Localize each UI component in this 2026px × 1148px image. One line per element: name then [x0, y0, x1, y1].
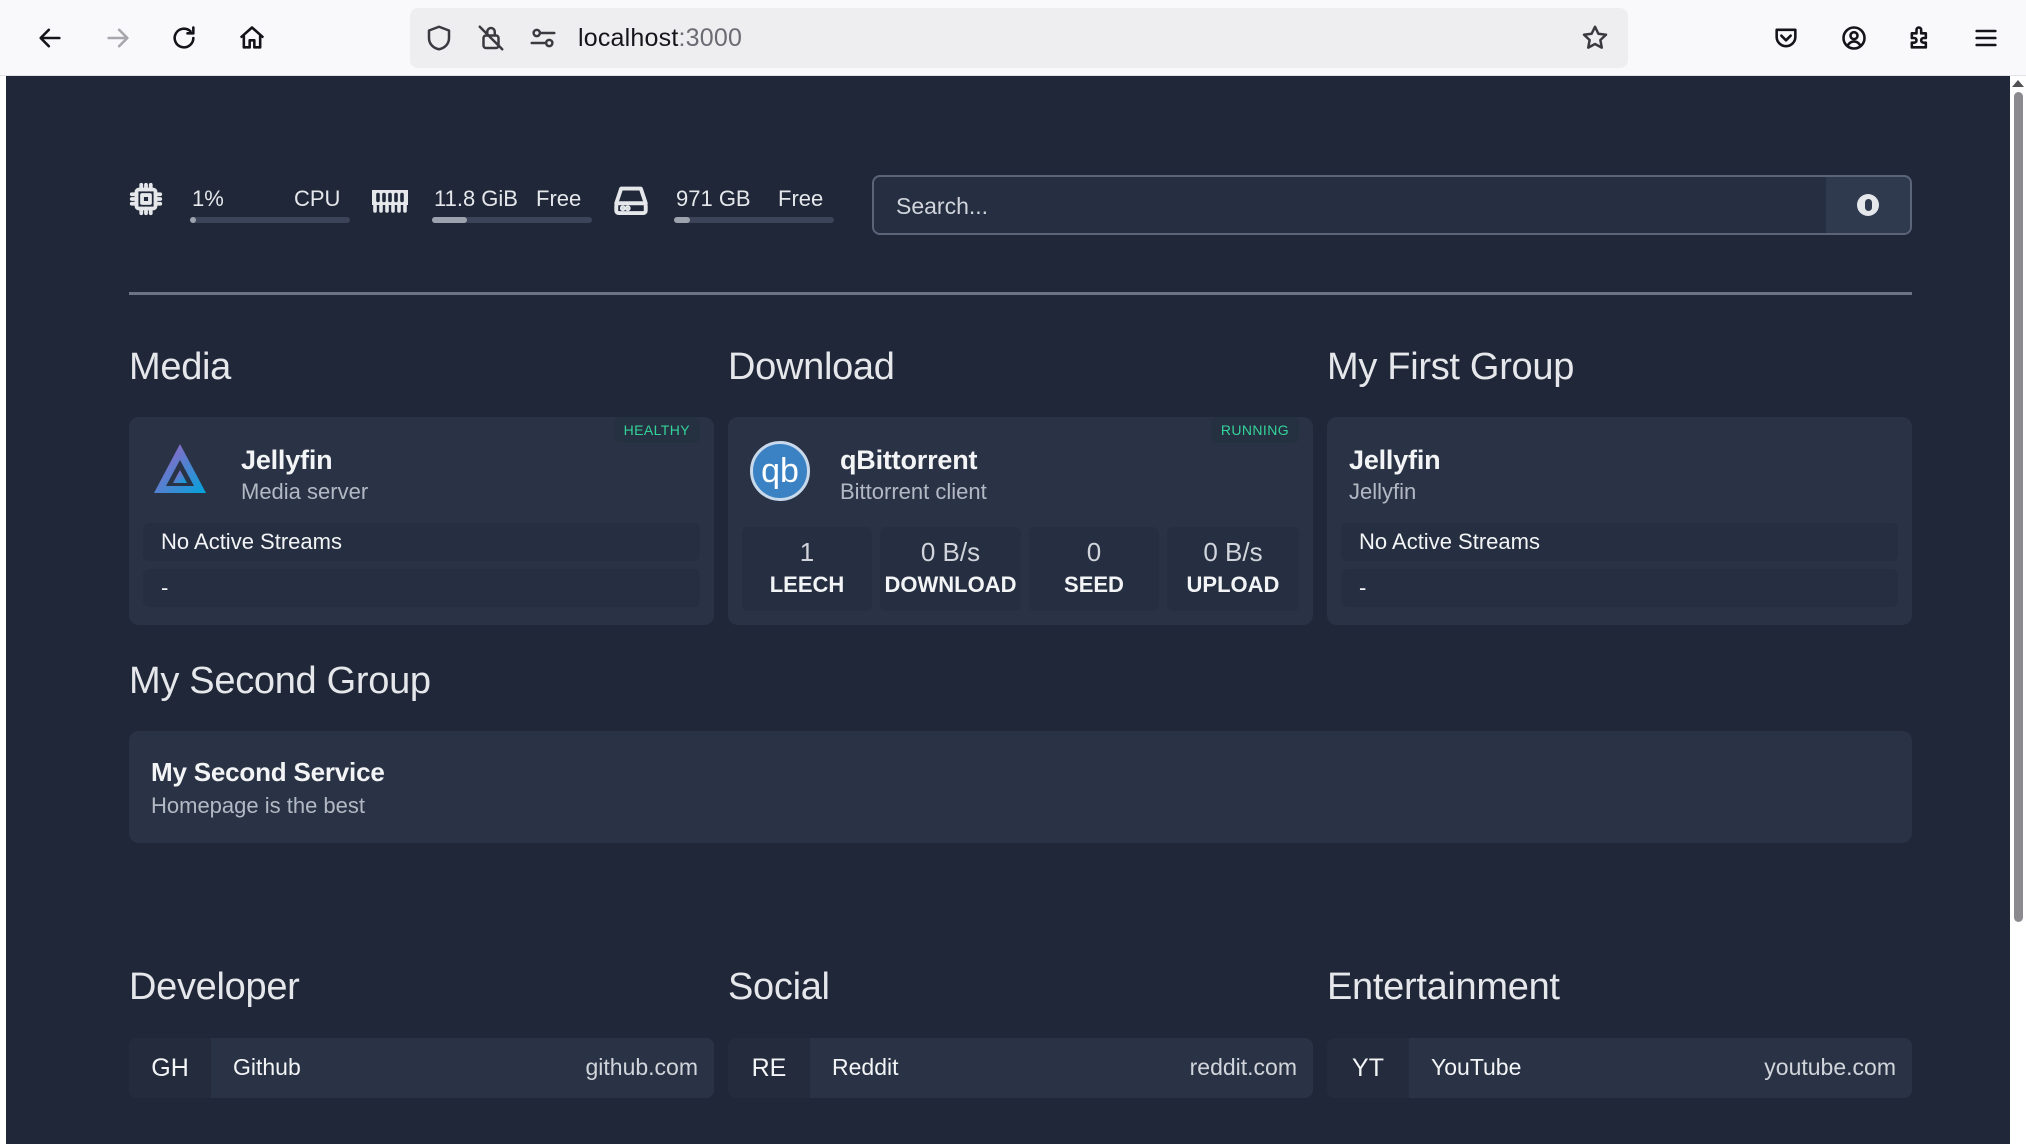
no-tracking-icon[interactable]	[476, 23, 506, 53]
bookmark-reddit[interactable]: RE Reddit reddit.com	[728, 1038, 1313, 1098]
back-button[interactable]	[26, 14, 74, 62]
group-title-second: My Second Group	[129, 660, 431, 702]
service-description: Media server	[241, 479, 369, 504]
forward-arrow-icon	[107, 28, 129, 48]
bookmark-youtube[interactable]: YT YouTube youtube.com	[1327, 1038, 1912, 1098]
url-text: localhost:3000	[578, 24, 743, 52]
cpu-icon	[127, 180, 165, 223]
service-card-my-second-service[interactable]: My Second Service Homepage is the best	[129, 731, 1912, 843]
bookmark-name: Reddit	[832, 1054, 899, 1080]
status-badge: HEALTHY	[613, 417, 700, 443]
service-description: Homepage is the best	[151, 793, 366, 818]
service-name: My Second Service	[151, 757, 385, 787]
service-description: Bittorrent client	[840, 479, 987, 504]
shield-icon[interactable]	[424, 23, 454, 53]
memory-icon	[369, 182, 411, 221]
bookmark-name: Github	[233, 1054, 301, 1080]
bookmark-group-social: Social	[728, 966, 830, 1008]
menu-icon	[1975, 29, 1997, 47]
streams-status: No Active Streams	[143, 523, 700, 561]
group-title-media: Media	[129, 346, 231, 388]
back-arrow-icon	[39, 28, 61, 48]
stream-detail: -	[143, 569, 700, 607]
home-icon	[240, 26, 264, 49]
disk-label: Free	[778, 186, 824, 211]
extensions-button[interactable]	[1896, 14, 1944, 62]
service-name: Jellyfin	[1349, 445, 1441, 475]
homepage-dashboard: 1% CPU 11.8 GiB Free 971 GB Free Search.…	[6, 76, 2010, 1148]
search-placeholder: Search...	[896, 193, 989, 219]
pocket-button[interactable]	[1762, 14, 1810, 62]
window-bottom-edge	[0, 1144, 2026, 1148]
disk-free-value: 971 GB	[676, 186, 751, 211]
bookmark-abbr: GH	[129, 1038, 211, 1098]
service-name: Jellyfin	[241, 445, 333, 475]
search-engine-icon	[1857, 194, 1879, 216]
browser-toolbar: localhost:3000	[0, 0, 2026, 76]
scroll-up-arrow-icon[interactable]	[2012, 80, 2024, 87]
service-card-jellyfin-first-group[interactable]: Jellyfin Jellyfin No Active Streams -	[1327, 417, 1912, 625]
stat-upload: 0 B/s UPLOAD	[1167, 527, 1299, 611]
jellyfin-logo-icon	[154, 444, 206, 493]
forward-button[interactable]	[94, 14, 142, 62]
service-description: Jellyfin	[1349, 479, 1417, 504]
star-icon[interactable]	[1580, 23, 1610, 53]
bookmark-url: youtube.com	[1764, 1054, 1896, 1080]
app-menu-button[interactable]	[1962, 14, 2010, 62]
header-divider	[129, 292, 1912, 295]
account-icon	[1842, 26, 1866, 50]
bookmark-abbr: YT	[1327, 1038, 1409, 1098]
disk-usage-bar	[674, 217, 834, 223]
cpu-usage-value: 1%	[192, 186, 224, 211]
memory-free-value: 11.8 GiB	[434, 186, 518, 211]
account-button[interactable]	[1830, 14, 1878, 62]
home-button[interactable]	[228, 14, 276, 62]
bookmark-name: YouTube	[1431, 1054, 1522, 1080]
qbittorrent-logo-icon: qb	[750, 441, 810, 501]
url-bar[interactable]: localhost:3000	[410, 8, 1628, 68]
cpu-usage-bar	[190, 217, 350, 223]
service-card-jellyfin[interactable]: HEALTHY Jellyfin Media server No Active …	[129, 417, 714, 625]
search-input[interactable]: Search...	[872, 175, 1912, 235]
cpu-label: CPU	[294, 186, 341, 211]
status-badge: RUNNING	[1210, 417, 1299, 443]
permissions-icon[interactable]	[528, 23, 558, 53]
pocket-icon	[1775, 28, 1797, 48]
service-card-qbittorrent[interactable]: RUNNING qb qBittorrent Bittorrent client…	[728, 417, 1313, 625]
streams-status: No Active Streams	[1341, 523, 1898, 561]
bookmark-group-developer: Developer	[129, 966, 300, 1008]
memory-label: Free	[536, 186, 582, 211]
bookmark-group-entertainment: Entertainment	[1327, 966, 1560, 1008]
group-title-first: My First Group	[1327, 346, 1575, 388]
bookmark-abbr: RE	[728, 1038, 810, 1098]
stat-leech: 1 LEECH	[742, 527, 872, 611]
service-name: qBittorrent	[840, 445, 978, 475]
reload-button[interactable]	[160, 14, 208, 62]
stat-download: 0 B/s DOWNLOAD	[880, 527, 1021, 611]
search-engine-button[interactable]	[1826, 177, 1910, 233]
group-title-download: Download	[728, 346, 895, 388]
scrollbar-thumb[interactable]	[2014, 92, 2023, 922]
reload-icon	[173, 26, 195, 49]
bookmark-url: reddit.com	[1189, 1054, 1297, 1080]
memory-usage-bar	[432, 217, 592, 223]
disk-icon	[611, 182, 651, 223]
stat-seed: 0 SEED	[1029, 527, 1159, 611]
stream-detail: -	[1341, 569, 1898, 607]
bookmark-github[interactable]: GH Github github.com	[129, 1038, 714, 1098]
extensions-icon	[1910, 26, 1928, 49]
bookmark-url: github.com	[585, 1054, 698, 1080]
